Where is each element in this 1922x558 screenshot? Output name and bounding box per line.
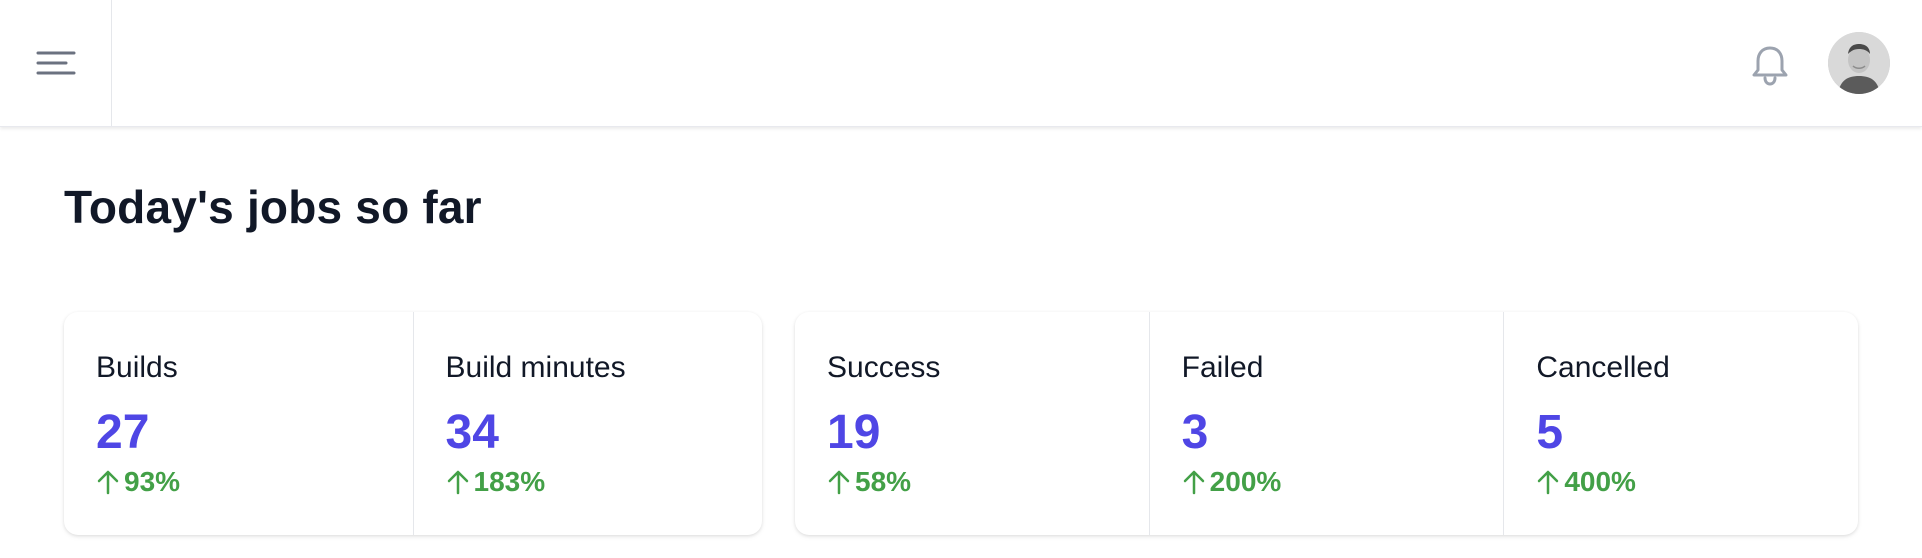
stat-change-value: 183% — [473, 466, 546, 497]
menu-button[interactable] — [0, 0, 112, 126]
stat-change: 93% — [96, 466, 413, 498]
stat-value: 27 — [96, 406, 150, 459]
stat-cancelled: Cancelled 5 400% — [1503, 312, 1858, 535]
stat-change-value: 58% — [855, 466, 912, 497]
stat-label: Failed — [1181, 351, 1264, 384]
stat-success: Success 19 58% — [795, 312, 1149, 535]
stat-build-minutes: Build minutes 34 183% — [412, 312, 763, 535]
arrow-up-icon — [1183, 470, 1204, 495]
stat-value: 19 — [827, 406, 881, 459]
bell-icon — [1752, 46, 1788, 86]
stats-card-outcomes: Success 19 58% Failed 3 200% Cancelled 5… — [795, 312, 1858, 535]
stat-value: 34 — [445, 406, 499, 459]
user-avatar[interactable] — [1828, 32, 1890, 94]
stat-change-value: 400% — [1564, 466, 1636, 497]
stats-card-builds: Builds 27 93% Build minutes 34 183% — [64, 312, 762, 535]
stat-label: Cancelled — [1536, 351, 1670, 384]
stat-change: 58% — [827, 466, 1149, 498]
stat-change: 400% — [1536, 466, 1858, 498]
page-title: Today's jobs so far — [64, 181, 482, 233]
arrow-up-icon — [447, 470, 468, 495]
menu-icon — [36, 51, 75, 75]
stat-change-value: 93% — [124, 466, 181, 497]
arrow-up-icon — [97, 470, 119, 495]
notifications-button[interactable] — [1748, 43, 1792, 87]
arrow-up-icon — [1538, 470, 1559, 495]
stat-change: 200% — [1182, 466, 1504, 498]
arrow-up-icon — [828, 470, 850, 495]
avatar-image — [1828, 32, 1890, 94]
stat-builds: Builds 27 93% — [64, 312, 413, 535]
stat-label: Build minutes — [445, 351, 626, 384]
top-bar — [0, 0, 1922, 127]
stat-change-value: 200% — [1209, 466, 1282, 497]
stat-change: 183% — [446, 466, 763, 498]
stat-value: 5 — [1536, 406, 1564, 459]
stat-label: Builds — [96, 351, 178, 384]
stat-value: 3 — [1181, 406, 1209, 459]
stat-failed: Failed 3 200% — [1148, 312, 1504, 535]
stat-label: Success — [827, 351, 941, 384]
